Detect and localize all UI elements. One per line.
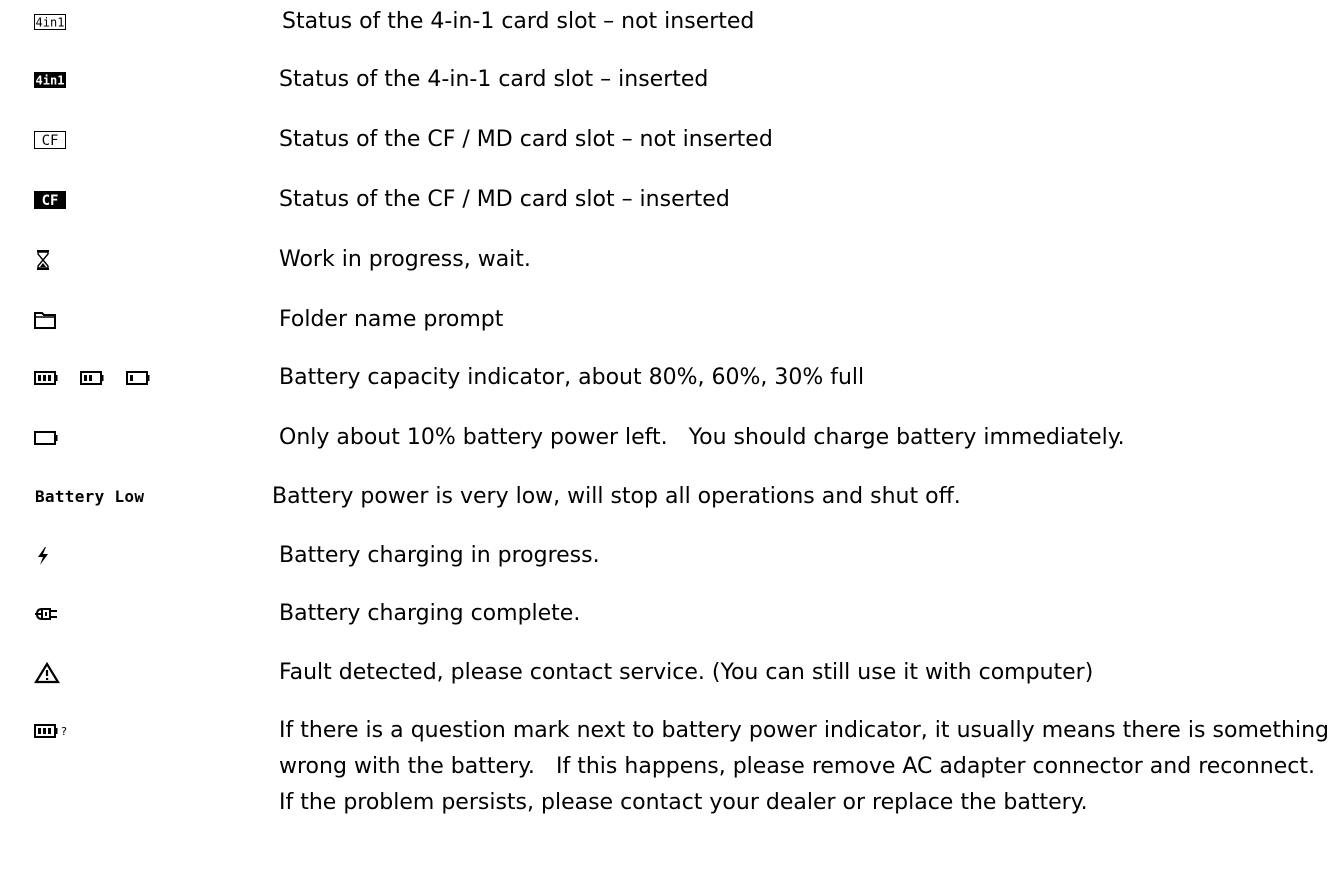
warning-triangle-icon [34,662,60,684]
cf-label: CF [42,133,59,149]
battery-30-icon [126,371,150,385]
row-description: Battery charging in progress. [279,543,600,568]
4in1-label: 4in1 [36,74,65,88]
icon-row-cf-empty: CF Status of the CF / MD card slot – not… [0,122,1338,158]
icon-row-battery-levels: Battery capacity indicator, about 80%, 6… [0,360,1338,396]
row-description: If there is a question mark next to batt… [279,718,1329,815]
plug-icon [34,607,60,621]
row-description: Status of the CF / MD card slot – not in… [279,127,773,152]
4in1-slot-inserted-icon: 4in1 [34,72,66,88]
row-description: Folder name prompt [279,307,504,332]
cf-label: CF [42,193,59,209]
question-mark: ? [61,725,67,738]
hourglass-icon [36,250,50,270]
row-description: Work in progress, wait. [279,247,531,272]
icon-row-hourglass: Work in progress, wait. [0,242,1338,278]
battery-empty-icon [34,431,58,445]
battery-80-icon [34,371,58,385]
battery-levels-icon [34,371,152,385]
icon-row-4in1-empty: 4in1 Status of the 4-in-1 card slot – no… [0,4,1338,40]
icon-row-4in1-inserted: 4in1 Status of the 4-in-1 card slot – in… [0,62,1338,98]
row-description: Battery capacity indicator, about 80%, 6… [279,365,865,390]
row-description: Fault detected, please contact service. … [279,660,1094,685]
lightning-icon [36,547,50,565]
row-description: Status of the CF / MD card slot – insert… [279,187,730,212]
row-description: Only about 10% battery power left. You s… [279,425,1125,450]
icon-row-cf-inserted: CF Status of the CF / MD card slot – ins… [0,182,1338,218]
icon-row-folder: Folder name prompt [0,302,1338,338]
battery-low-label: Battery Low [35,487,145,506]
icon-row-battery-low: Battery Low Battery power is very low, w… [0,479,1338,515]
icon-row-charge-complete: Battery charging complete. [0,596,1338,632]
folder-icon [34,311,56,329]
cf-slot-inserted-icon: CF [34,191,66,209]
battery-60-icon [80,371,104,385]
icon-row-fault: Fault detected, please contact service. … [0,655,1338,691]
cf-slot-empty-icon: CF [34,131,66,149]
row-description: Battery power is very low, will stop all… [272,484,961,509]
row-description: Battery charging complete. [279,601,581,626]
icon-row-battery-empty: Only about 10% battery power left. You s… [0,420,1338,456]
row-description: Status of the 4-in-1 card slot – inserte… [279,67,709,92]
icon-row-charging: Battery charging in progress. [0,538,1338,574]
icon-row-battery-question: ? If there is a question mark next to ba… [0,713,1338,863]
4in1-label: 4in1 [36,16,65,30]
battery-question-icon: ? [34,723,70,739]
row-description: Status of the 4-in-1 card slot – not ins… [282,9,755,34]
4in1-slot-empty-icon: 4in1 [34,14,66,30]
